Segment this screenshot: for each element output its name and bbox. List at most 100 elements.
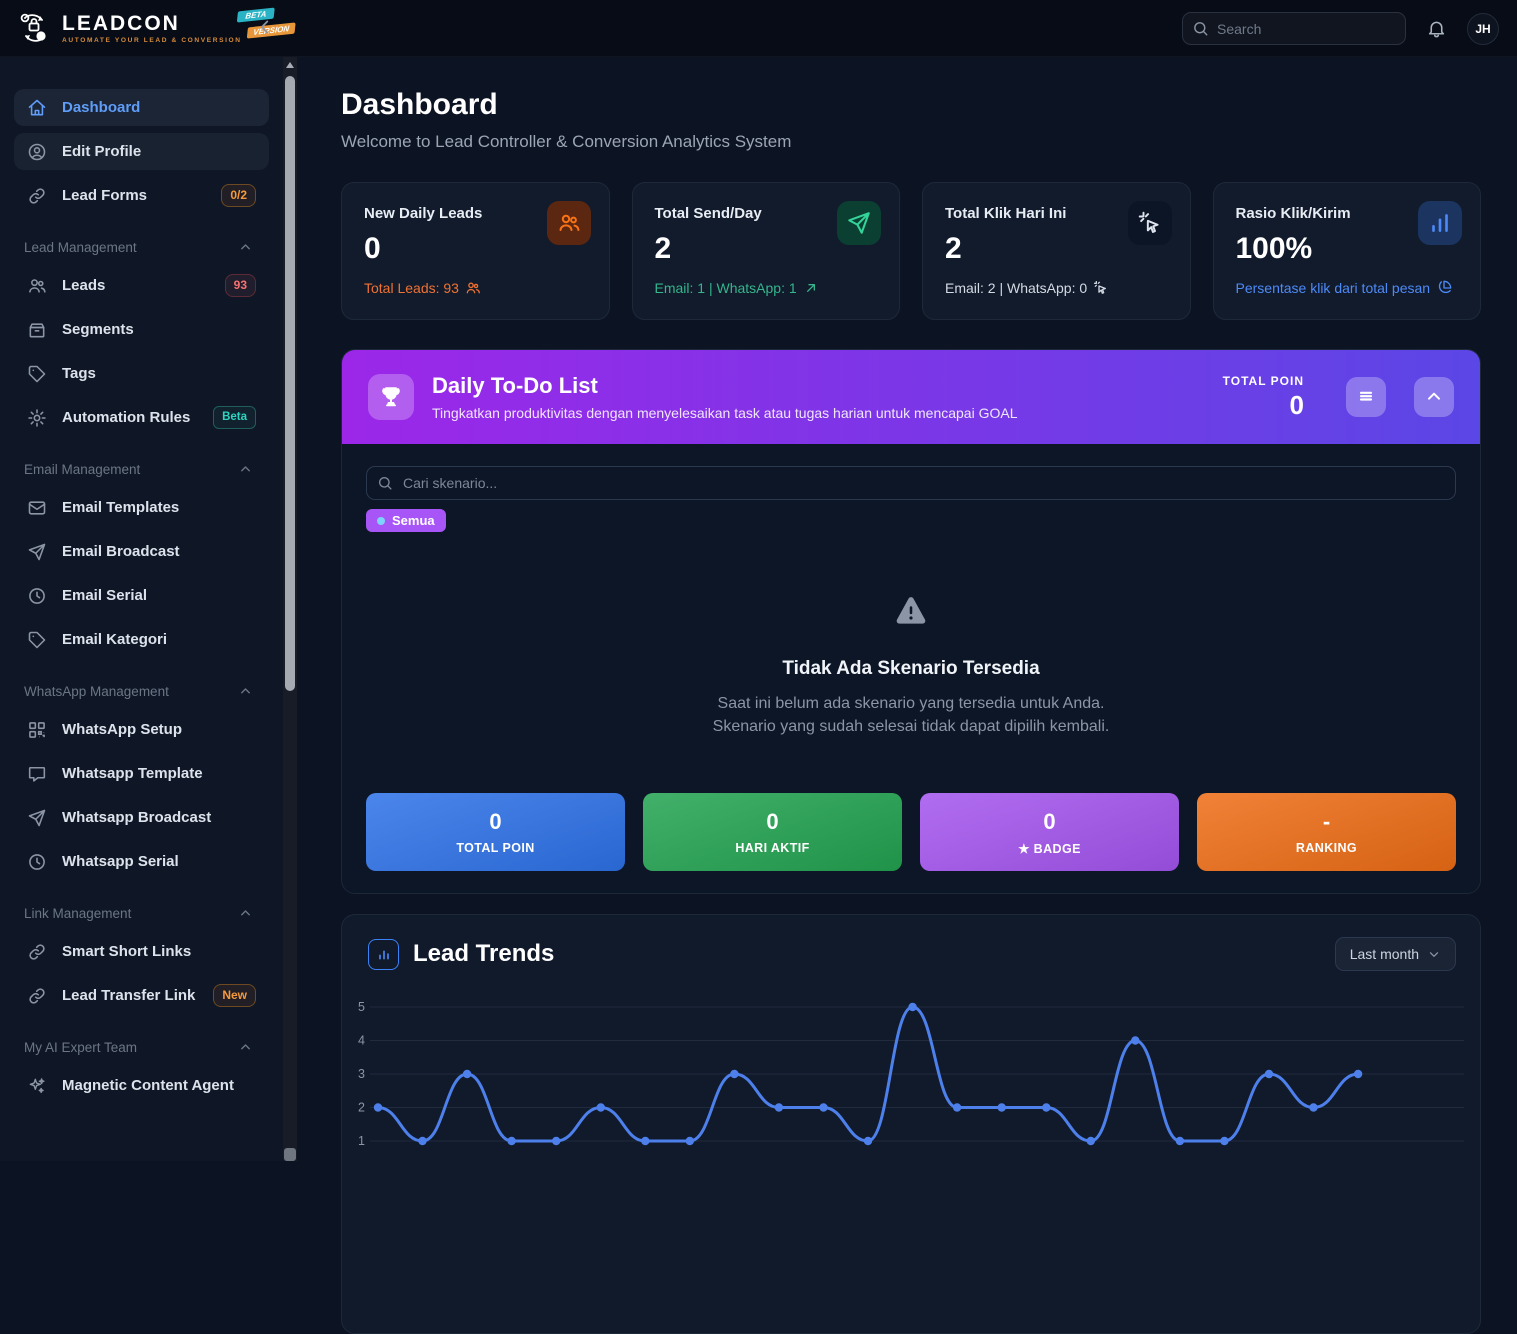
- chip-dot-icon: [377, 517, 385, 525]
- sidebar-item-dashboard[interactable]: Dashboard: [14, 89, 269, 126]
- section-title: Lead Management: [24, 240, 137, 255]
- badge-stat-button[interactable]: 0 ★ BADGE: [920, 793, 1179, 871]
- global-search-input[interactable]: [1182, 12, 1406, 45]
- empty-state-title: Tidak Ada Skenario Tersedia: [366, 658, 1456, 680]
- sidebar-item-whatsapp-setup[interactable]: WhatsApp Setup: [14, 711, 269, 748]
- sidebar-item-email-templates[interactable]: Email Templates: [14, 489, 269, 526]
- total-poin-label: TOTAL POIN: [1223, 374, 1304, 388]
- sidebar-item-label: WhatsApp Setup: [62, 721, 256, 738]
- sidebar-item-whatsapp-serial[interactable]: Whatsapp Serial: [14, 843, 269, 880]
- sidebar-item-label: Whatsapp Serial: [62, 853, 256, 870]
- scrollbar-down-arrow[interactable]: [284, 1148, 296, 1161]
- sidebar-item-automation-rules[interactable]: Automation Rules Beta: [14, 399, 269, 436]
- brand-logo[interactable]: $ LEADCON AUTOMATE YOUR LEAD & CONVERSIO…: [0, 10, 250, 46]
- card-footer-link[interactable]: Email: 1 | WhatsApp: 1: [655, 280, 878, 296]
- sidebar-item-label: Lead Forms: [62, 187, 206, 204]
- section-link-management[interactable]: Link Management: [24, 906, 253, 921]
- sidebar-item-label: Email Templates: [62, 499, 256, 516]
- card-total-send-day: Total Send/Day 2 Email: 1 | WhatsApp: 1: [632, 182, 901, 320]
- sidebar-item-edit-profile[interactable]: Edit Profile: [14, 133, 269, 170]
- chart-icon-box: [368, 939, 399, 970]
- section-title: My AI Expert Team: [24, 1040, 137, 1055]
- scrollbar-thumb[interactable]: [285, 76, 295, 691]
- todo-collapse-button[interactable]: [1414, 377, 1454, 417]
- stat-cards-row: New Daily Leads 0 Total Leads: 93 Total …: [341, 182, 1481, 320]
- section-lead-management[interactable]: Lead Management: [24, 240, 253, 255]
- qr-code-icon: [27, 720, 47, 740]
- scenario-search-input[interactable]: [366, 466, 1456, 500]
- total-poin-stat-button[interactable]: 0 TOTAL POIN: [366, 793, 625, 871]
- chevron-up-icon: [238, 240, 253, 255]
- card-new-daily-leads: New Daily Leads 0 Total Leads: 93: [341, 182, 610, 320]
- sidebar-item-lead-transfer-link[interactable]: Lead Transfer Link New: [14, 977, 269, 1014]
- filter-chip-semua[interactable]: Semua: [366, 509, 446, 532]
- stat-label: HARI AKTIF: [735, 841, 809, 855]
- svg-text:3: 3: [358, 1067, 365, 1081]
- card-footer-link[interactable]: Total Leads: 93: [364, 280, 587, 296]
- card-footer-text: Persentase klik dari total pesan: [1236, 280, 1431, 296]
- users-icon: [465, 280, 481, 296]
- beta-badge: Beta: [213, 406, 256, 428]
- todo-title: Daily To-Do List: [432, 373, 1205, 399]
- sidebar-item-label: Magnetic Content Agent: [62, 1077, 256, 1094]
- sidebar-item-smart-short-links[interactable]: Smart Short Links: [14, 933, 269, 970]
- leads-count-badge: 93: [225, 274, 256, 297]
- sidebar-item-whatsapp-broadcast[interactable]: Whatsapp Broadcast: [14, 799, 269, 836]
- link-icon: [27, 942, 47, 962]
- stat-value: 0: [766, 809, 778, 835]
- sidebar-item-magnetic-content-agent[interactable]: Magnetic Content Agent: [14, 1067, 269, 1104]
- sidebar-item-segments[interactable]: Segments: [14, 311, 269, 348]
- home-icon: [27, 98, 47, 118]
- sidebar-item-lead-forms[interactable]: Lead Forms 0/2: [14, 177, 269, 214]
- sidebar-item-label: Smart Short Links: [62, 943, 256, 960]
- svg-text:2: 2: [358, 1101, 365, 1115]
- ranking-stat-button[interactable]: - RANKING: [1197, 793, 1456, 871]
- section-whatsapp-management[interactable]: WhatsApp Management: [24, 684, 253, 699]
- send-icon: [27, 808, 47, 828]
- users-icon: [27, 276, 47, 296]
- lead-trends-line-chart: 54321: [342, 985, 1481, 1225]
- bar-chart-icon: [376, 946, 392, 962]
- sidebar-item-label: Leads: [62, 277, 210, 294]
- stat-value: -: [1323, 809, 1330, 835]
- sidebar-collapse-button[interactable]: [254, 16, 276, 38]
- section-my-ai-expert-team[interactable]: My AI Expert Team: [24, 1040, 253, 1055]
- user-avatar[interactable]: JH: [1467, 13, 1499, 45]
- notifications-button[interactable]: [1426, 18, 1447, 39]
- scrollbar-up-arrow[interactable]: [283, 57, 297, 73]
- sidebar-item-label: Whatsapp Template: [62, 765, 256, 782]
- sidebar-item-label: Email Serial: [62, 587, 256, 604]
- hari-aktif-stat-button[interactable]: 0 HARI AKTIF: [643, 793, 902, 871]
- users-icon: [557, 211, 581, 235]
- section-title: Link Management: [24, 906, 131, 921]
- chevron-up-icon: [238, 462, 253, 477]
- top-bar: $ LEADCON AUTOMATE YOUR LEAD & CONVERSIO…: [0, 0, 1517, 57]
- todo-list-view-button[interactable]: [1346, 377, 1386, 417]
- section-email-management[interactable]: Email Management: [24, 462, 253, 477]
- pie-chart-icon: [1436, 280, 1452, 296]
- sidebar-item-tags[interactable]: Tags: [14, 355, 269, 392]
- daily-todo-panel: Daily To-Do List Tingkatkan produktivita…: [341, 349, 1481, 894]
- sidebar-item-whatsapp-template[interactable]: Whatsapp Template: [14, 755, 269, 792]
- sidebar-item-email-serial[interactable]: Email Serial: [14, 577, 269, 614]
- stat-label: RANKING: [1296, 841, 1357, 855]
- sidebar-item-email-kategori[interactable]: Email Kategori: [14, 621, 269, 658]
- bar-chart-icon-box: [1418, 201, 1462, 245]
- sidebar-item-email-broadcast[interactable]: Email Broadcast: [14, 533, 269, 570]
- warning-triangle-icon: [892, 592, 930, 630]
- range-label: Last month: [1350, 946, 1419, 962]
- card-total-klik-hari-ini: Total Klik Hari Ini 2 Email: 2 | WhatsAp…: [922, 182, 1191, 320]
- trophy-icon: [379, 385, 403, 409]
- chevron-up-icon: [238, 906, 253, 921]
- bell-icon: [1426, 18, 1447, 39]
- tag-icon: [27, 630, 47, 650]
- sidebar-item-leads[interactable]: Leads 93: [14, 267, 269, 304]
- lead-forms-count-badge: 0/2: [221, 184, 256, 207]
- mail-icon: [27, 498, 47, 518]
- total-poin-value: 0: [1223, 390, 1304, 421]
- card-footer-link[interactable]: Email: 2 | WhatsApp: 0: [945, 280, 1168, 296]
- todo-subtitle: Tingkatkan produktivitas dengan menyeles…: [432, 405, 1205, 421]
- empty-state-line2: Skenario yang sudah selesai tidak dapat …: [366, 715, 1456, 738]
- card-footer-link[interactable]: Persentase klik dari total pesan: [1236, 280, 1459, 296]
- date-range-dropdown[interactable]: Last month: [1335, 937, 1456, 971]
